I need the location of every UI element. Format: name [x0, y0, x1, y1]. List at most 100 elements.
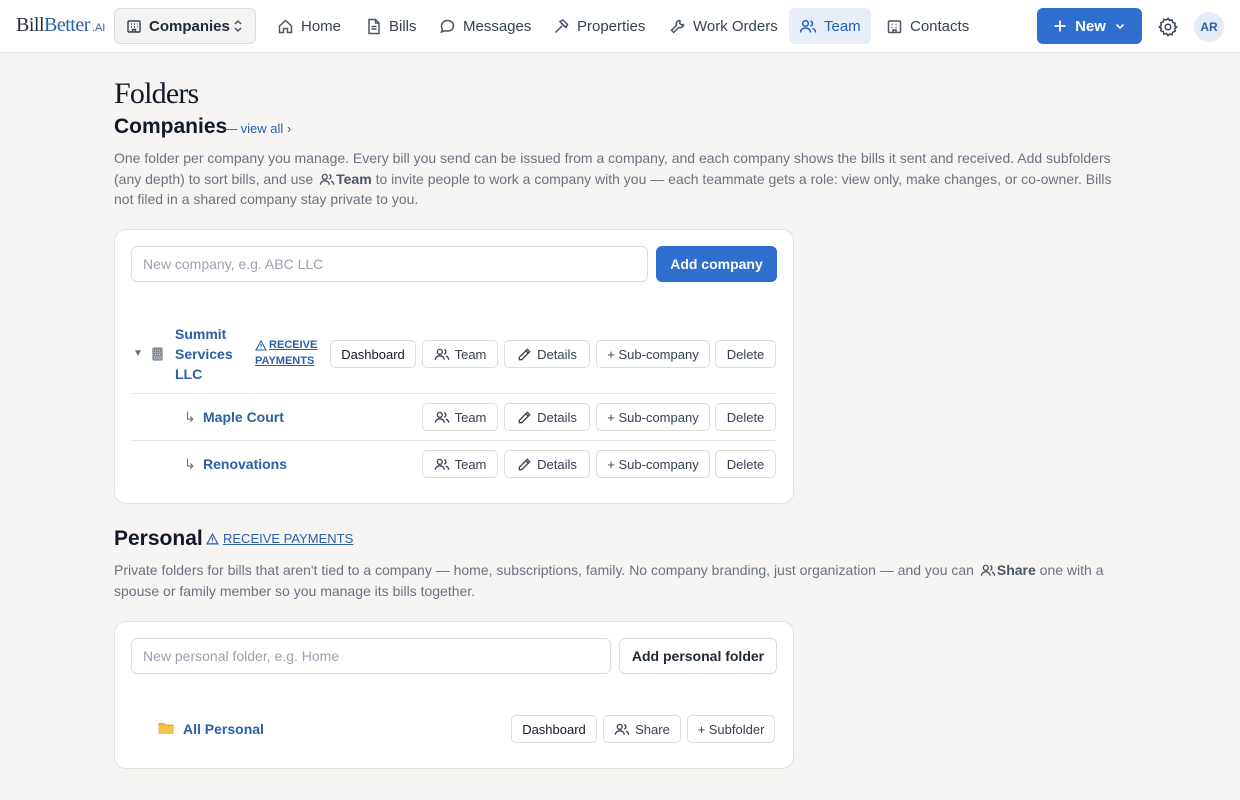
chevron-up-down-icon	[231, 18, 245, 34]
companies-description: One folder per company you manage. Every…	[114, 148, 1134, 210]
company-summit-services[interactable]: Summit Services LLC	[175, 324, 245, 384]
personal-desc-part-1: Private folders for bills that aren't ti…	[114, 562, 974, 578]
add-personal-folder-button[interactable]: Add personal folder	[619, 638, 777, 674]
new-company-input[interactable]: New company, e.g. ABC LLC	[131, 246, 648, 282]
warning-text-line: RECEIVE	[269, 339, 318, 351]
companies-desc-team: Team	[336, 170, 372, 187]
company-maple-court[interactable]: Maple Court	[203, 407, 284, 427]
receive-payments-label: RECEIVE PAYMENTS	[223, 531, 354, 546]
view-all-link[interactable]: — view all ›	[224, 121, 291, 137]
nav-home[interactable]: Home	[267, 8, 351, 44]
details-button[interactable]: Details	[504, 403, 590, 431]
dashboard-button[interactable]: Dashboard	[330, 340, 416, 368]
details-button-label: Details	[537, 456, 577, 472]
logo-part-1: Bill	[16, 14, 45, 36]
nav-contacts[interactable]: Contacts	[876, 8, 979, 44]
team-button-label: Team	[454, 456, 487, 472]
avatar[interactable]: AR	[1194, 12, 1224, 42]
new-button[interactable]: New	[1037, 8, 1142, 44]
add-sub-company-button[interactable]: + Sub-company	[596, 340, 710, 368]
companies-card: New company, e.g. ABC LLC Add company ▼ …	[114, 229, 794, 504]
sub-arrow-icon: ↳	[184, 409, 196, 425]
pencil-icon	[517, 457, 532, 472]
users-icon	[319, 172, 335, 187]
delete-button[interactable]: Delete	[715, 450, 776, 478]
collapse-caret-icon[interactable]: ▼	[133, 348, 143, 359]
add-company-button[interactable]: Add company	[656, 246, 777, 282]
users-icon	[980, 563, 996, 578]
companies-title: Companies	[114, 115, 228, 138]
warning-icon	[255, 339, 267, 351]
nav-messages-label: Messages	[463, 17, 532, 35]
document-icon	[366, 18, 382, 35]
nav-team[interactable]: Team	[789, 8, 871, 44]
team-button-label: Team	[454, 409, 487, 425]
sub-arrow-icon: ↳	[184, 456, 196, 472]
message-icon	[439, 18, 456, 35]
nav-properties-label: Properties	[577, 17, 646, 35]
company-renovations[interactable]: Renovations	[203, 454, 287, 474]
building-icon	[886, 18, 903, 35]
add-sub-company-button[interactable]: + Sub-company	[596, 403, 710, 431]
logo[interactable]: Bill Better .AI	[16, 14, 105, 40]
wrench-icon	[669, 18, 686, 35]
personal-description: Private folders for bills that aren't ti…	[114, 560, 1134, 601]
team-button-label: Team	[454, 346, 487, 362]
plus-icon	[1053, 19, 1067, 33]
users-icon	[434, 410, 450, 425]
nav-contacts-label: Contacts	[910, 17, 970, 35]
warning-icon	[206, 533, 219, 545]
users-icon	[799, 18, 817, 35]
details-button[interactable]: Details	[504, 340, 590, 368]
building-icon	[126, 18, 142, 34]
receive-payments-warning-link[interactable]: RECEIVE PAYMENTS	[206, 531, 353, 547]
pencil-icon	[517, 410, 532, 425]
company-name-line: LLC	[175, 366, 203, 382]
team-button[interactable]: Team	[422, 340, 498, 368]
office-building-icon	[150, 346, 165, 361]
receive-payments-warning-link[interactable]: RECEIVE PAYMENTS	[255, 337, 317, 369]
details-button-label: Details	[537, 409, 577, 425]
nav-bills-label: Bills	[389, 17, 417, 35]
nav-properties[interactable]: Properties	[543, 8, 655, 44]
add-subfolder-button[interactable]: + Subfolder	[687, 715, 775, 743]
dashboard-button[interactable]: Dashboard	[511, 715, 597, 743]
folder-icon	[158, 721, 174, 735]
pencil-icon	[517, 347, 532, 362]
nav-messages[interactable]: Messages	[429, 8, 541, 44]
logo-part-2: Better	[44, 14, 90, 36]
nav-work-orders[interactable]: Work Orders	[659, 8, 788, 44]
delete-button[interactable]: Delete	[715, 340, 776, 368]
new-button-label: New	[1075, 17, 1106, 35]
home-icon	[277, 18, 294, 35]
delete-button[interactable]: Delete	[715, 403, 776, 431]
nav-bills[interactable]: Bills	[356, 8, 427, 44]
team-button[interactable]: Team	[422, 403, 498, 431]
nav-home-label: Home	[301, 17, 342, 35]
gear-icon[interactable]	[1157, 16, 1179, 38]
details-button-label: Details	[537, 346, 577, 362]
logo-suffix: .AI	[91, 22, 106, 34]
company-switcher-label: Companies	[149, 17, 230, 35]
users-icon	[614, 722, 630, 737]
page-title: Folders	[114, 77, 199, 110]
folder-all-personal[interactable]: All Personal	[183, 719, 264, 739]
new-personal-folder-input[interactable]: New personal folder, e.g. Home	[131, 638, 611, 674]
nav-team-label: Team	[824, 17, 861, 35]
top-nav: Bill Better .AI Companies Home Bills Messa…	[0, 0, 1240, 53]
personal-title: Personal	[114, 527, 203, 550]
add-sub-company-button[interactable]: + Sub-company	[596, 450, 710, 478]
details-button[interactable]: Details	[504, 450, 590, 478]
team-button[interactable]: Team	[422, 450, 498, 478]
nav-work-orders-label: Work Orders	[693, 17, 778, 35]
share-button[interactable]: Share	[603, 715, 681, 743]
row-divider	[131, 440, 777, 441]
chevron-down-icon	[1114, 20, 1126, 32]
hammer-icon	[553, 18, 570, 35]
personal-desc-share: Share	[996, 562, 1036, 578]
users-icon	[434, 347, 450, 362]
company-name-line: Services	[175, 346, 233, 362]
company-switcher[interactable]: Companies	[114, 8, 256, 44]
users-icon	[434, 457, 450, 472]
share-button-label: Share	[635, 721, 670, 737]
